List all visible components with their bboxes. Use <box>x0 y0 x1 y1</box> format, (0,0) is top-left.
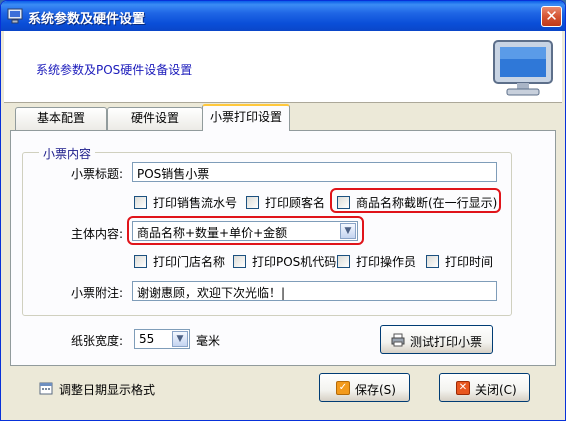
printer-icon <box>391 333 405 347</box>
print-customer-checkbox[interactable]: 打印顾客名 <box>246 194 325 211</box>
checkbox-box[interactable] <box>233 255 246 268</box>
receipt-title-label: 小票标题: <box>71 167 124 181</box>
checkbox-box[interactable] <box>337 196 350 209</box>
calendar-icon <box>39 382 53 395</box>
tab-hardware-settings[interactable]: 硬件设置 <box>107 107 203 130</box>
checkbox-box[interactable] <box>134 196 147 209</box>
checkbox-box[interactable] <box>246 196 259 209</box>
settings-window: 系统参数及硬件设置 ✕ 系统参数及POS硬件设备设置 基本配置 硬件设置 小票打… <box>0 0 566 421</box>
chevron-down-icon[interactable]: ▼ <box>172 331 188 347</box>
truncate-item-name-checkbox[interactable]: 商品名称截断(在一行显示) <box>337 194 497 211</box>
title-bar[interactable]: 系统参数及硬件设置 ✕ <box>1 1 565 31</box>
checkbox-box[interactable] <box>426 255 439 268</box>
paper-width-select[interactable]: 55 ▼ <box>134 329 190 349</box>
print-serial-checkbox[interactable]: 打印销售流水号 <box>134 194 237 211</box>
banner-text: 系统参数及POS硬件设备设置 <box>36 63 193 77</box>
tab-basic-config[interactable]: 基本配置 <box>15 107 107 130</box>
app-icon <box>7 8 23 24</box>
receipt-title-input[interactable]: POS销售小票 <box>132 162 497 182</box>
print-time-checkbox[interactable]: 打印时间 <box>426 253 493 270</box>
print-store-name-checkbox[interactable]: 打印门店名称 <box>134 253 225 270</box>
receipt-note-input[interactable]: 谢谢惠顾，欢迎下次光临！| <box>132 281 497 301</box>
save-button[interactable]: ✓ 保存(S) <box>319 373 410 402</box>
paper-width-unit: 毫米 <box>196 334 221 348</box>
receipt-content-group-label: 小票内容 <box>39 145 96 162</box>
close-icon: ✕ <box>456 381 470 395</box>
monitor-icon <box>493 40 553 96</box>
receipt-note-label: 小票附注: <box>71 286 124 300</box>
print-operator-checkbox[interactable]: 打印操作员 <box>337 253 416 270</box>
date-format-link[interactable]: 调整日期显示格式 <box>59 381 155 398</box>
checkmark-icon: ✓ <box>336 381 350 395</box>
tab-receipt-print-settings[interactable]: 小票打印设置 <box>202 104 290 131</box>
paper-width-label: 纸张宽度: <box>71 334 124 348</box>
close-window-button[interactable]: ✕ <box>541 6 562 27</box>
chevron-down-icon[interactable]: ▼ <box>340 223 356 239</box>
checkbox-box[interactable] <box>134 255 147 268</box>
print-pos-code-checkbox[interactable]: 打印POS机代码 <box>233 253 336 270</box>
checkbox-box[interactable] <box>337 255 350 268</box>
window-title: 系统参数及硬件设置 <box>28 12 146 27</box>
test-print-button[interactable]: 测试打印小票 <box>380 325 493 354</box>
close-button[interactable]: ✕ 关闭(C) <box>439 373 530 402</box>
body-content-select[interactable]: 商品名称+数量+单价+金额 ▼ <box>132 221 358 241</box>
header-banner: 系统参数及POS硬件设备设置 <box>4 31 562 103</box>
body-content-label: 主体内容: <box>71 227 124 241</box>
